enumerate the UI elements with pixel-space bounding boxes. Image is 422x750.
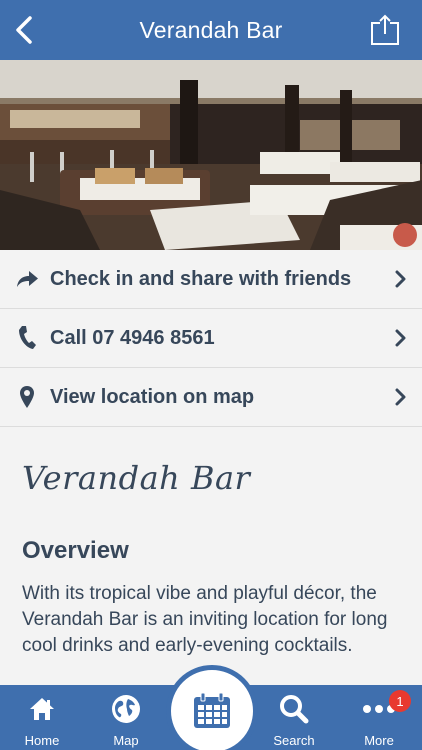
action-list: Check in and share with friends Call 07 …: [0, 250, 422, 427]
tab-more-label: More: [364, 733, 394, 748]
share-icon: [371, 14, 399, 45]
chevron-right-icon: [395, 270, 406, 288]
check-in-label: Check in and share with friends: [50, 267, 352, 290]
share-button[interactable]: [370, 14, 400, 46]
page-title: Verandah Bar: [139, 16, 283, 43]
notification-badge: 1: [389, 690, 411, 712]
content-area: Verandah Bar Overview With its tropical …: [0, 427, 422, 685]
tab-home[interactable]: Home: [7, 685, 77, 750]
top-bar: Verandah Bar: [0, 0, 422, 60]
overview-heading: Overview: [22, 537, 129, 564]
tab-search[interactable]: Search: [259, 685, 329, 750]
home-icon: [30, 698, 54, 720]
tab-map[interactable]: Map: [91, 685, 161, 750]
map-row[interactable]: View location on map: [0, 368, 422, 427]
tab-map-label: Map: [113, 733, 139, 748]
chevron-right-icon: [395, 329, 406, 347]
calendar-icon: [194, 692, 230, 728]
chevron-left-icon: [16, 16, 32, 44]
chevron-right-icon: [395, 388, 406, 406]
venue-script-title: Verandah Bar: [22, 459, 251, 497]
tab-search-label: Search: [273, 733, 315, 748]
calendar-button[interactable]: [166, 665, 258, 750]
share-arrow-icon: [17, 271, 38, 287]
call-row[interactable]: Call 07 4946 8561: [0, 309, 422, 368]
check-in-row[interactable]: Check in and share with friends: [0, 250, 422, 309]
globe-icon: [112, 695, 140, 723]
tab-home-label: Home: [24, 733, 60, 748]
map-pin-icon: [20, 386, 34, 408]
back-button[interactable]: [8, 12, 40, 48]
map-label: View location on map: [50, 385, 255, 408]
venue-photo: [0, 60, 422, 250]
call-label: Call 07 4946 8561: [50, 326, 215, 349]
phone-icon: [19, 326, 36, 349]
search-icon: [280, 695, 309, 724]
overview-text: With its tropical vibe and playful décor…: [22, 583, 388, 656]
